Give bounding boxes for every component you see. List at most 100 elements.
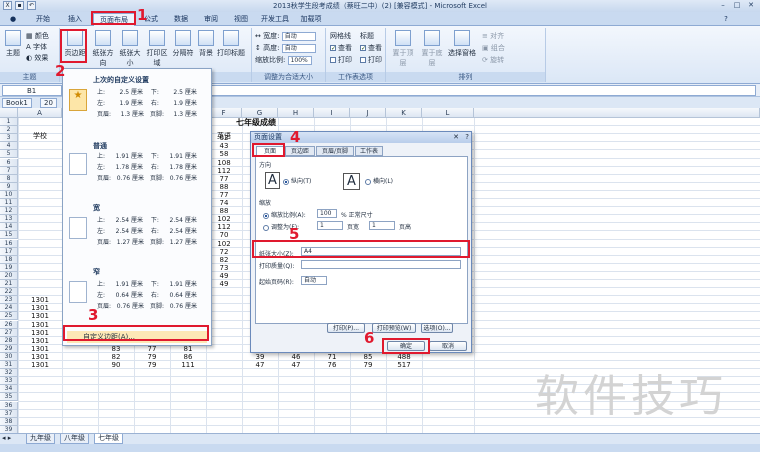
table-cell[interactable]: 46 bbox=[278, 353, 314, 361]
row-header[interactable]: 23 bbox=[0, 296, 18, 305]
fit-width-input[interactable]: 1 bbox=[317, 221, 343, 230]
size-button[interactable]: 纸张大小 bbox=[117, 30, 143, 68]
row-header[interactable]: 6 bbox=[0, 158, 18, 167]
row-header[interactable]: 35 bbox=[0, 393, 18, 402]
table-cell[interactable]: 79 bbox=[134, 353, 170, 361]
row-header[interactable]: 4 bbox=[0, 142, 18, 151]
row-header[interactable]: 29 bbox=[0, 344, 18, 353]
tab-developer[interactable]: 开发工具 bbox=[257, 13, 293, 26]
row-header[interactable]: 12 bbox=[0, 207, 18, 216]
align-button[interactable]: ≡ 对齐 bbox=[482, 31, 504, 41]
table-cell[interactable]: 1301 bbox=[18, 361, 62, 369]
row-header[interactable]: 27 bbox=[0, 328, 18, 337]
tab-addins[interactable]: 加载项 bbox=[295, 13, 327, 26]
width-combo[interactable]: 自动 bbox=[281, 31, 316, 41]
print-preview-button[interactable]: 打印预览(W) bbox=[372, 323, 416, 333]
row-header[interactable]: 13 bbox=[0, 215, 18, 224]
effects-button[interactable]: ◐ 效果 bbox=[26, 53, 48, 63]
tab-data[interactable]: 数据 bbox=[167, 13, 195, 26]
workbook-tab-2013[interactable]: 20 bbox=[40, 98, 57, 108]
margins-normal-option[interactable]: 上: 1.91 厘米 下: 1.91 厘米 左: 1.78 厘米 右: 1.78… bbox=[63, 151, 211, 187]
table-cell[interactable]: 82 bbox=[98, 353, 134, 361]
table-cell[interactable]: 71 bbox=[314, 353, 350, 361]
column-header[interactable]: I bbox=[314, 108, 350, 118]
margins-wide-option[interactable]: 上: 2.54 厘米 下: 2.54 厘米 左: 2.54 厘米 右: 2.54… bbox=[63, 215, 211, 251]
table-cell[interactable]: 1301 bbox=[18, 337, 62, 345]
row-header[interactable]: 11 bbox=[0, 199, 18, 207]
row-header[interactable]: 25 bbox=[0, 312, 18, 321]
table-cell[interactable]: 1301 bbox=[18, 353, 62, 361]
table-cell[interactable]: 90 bbox=[98, 361, 134, 369]
row-header[interactable]: 9 bbox=[0, 182, 18, 191]
row-header[interactable]: 7 bbox=[0, 166, 18, 175]
tab-home[interactable]: 开始 bbox=[28, 13, 58, 26]
tab-review[interactable]: 审阅 bbox=[197, 13, 225, 26]
height-combo[interactable]: 自动 bbox=[281, 43, 316, 53]
send-to-back-button[interactable]: 置于底层 bbox=[419, 30, 445, 68]
table-cell[interactable]: 47 bbox=[242, 361, 278, 369]
print-titles-button[interactable]: 打印标题 bbox=[217, 30, 245, 58]
row-header[interactable]: 10 bbox=[0, 190, 18, 199]
headings-print-checkbox[interactable]: 打印 bbox=[360, 55, 382, 65]
tab-margins[interactable]: 页边距 bbox=[285, 146, 315, 156]
row-header[interactable]: 3 bbox=[0, 134, 18, 143]
column-header[interactable]: L bbox=[422, 108, 474, 118]
dialog-close-icon[interactable]: ✕ bbox=[453, 133, 459, 141]
row-header[interactable]: 22 bbox=[0, 288, 18, 297]
maximize-button[interactable]: □ bbox=[730, 1, 744, 10]
workbook-tab-book1[interactable]: Book1 bbox=[2, 98, 32, 108]
group-button[interactable]: ▣ 组合 bbox=[482, 43, 505, 53]
help-icon[interactable]: ? bbox=[720, 13, 732, 26]
print-area-button[interactable]: 打印区域 bbox=[144, 30, 170, 68]
row-header[interactable]: 30 bbox=[0, 352, 18, 361]
row-header[interactable]: 8 bbox=[0, 174, 18, 183]
table-cell[interactable]: 111 bbox=[170, 361, 206, 369]
table-cell[interactable]: 1301 bbox=[18, 304, 62, 312]
headings-view-checkbox[interactable]: 查看 bbox=[360, 43, 382, 53]
table-cell[interactable]: 79 bbox=[134, 361, 170, 369]
sheet-tab-grade7[interactable]: 七年级 bbox=[94, 434, 123, 444]
breaks-button[interactable]: 分隔符 bbox=[171, 30, 195, 58]
row-header[interactable]: 31 bbox=[0, 361, 18, 369]
sheet-tab-grade8[interactable]: 八年级 bbox=[60, 434, 89, 444]
tab-sheet[interactable]: 工作表 bbox=[355, 146, 383, 156]
row-header[interactable]: 38 bbox=[0, 417, 18, 426]
table-cell[interactable]: 76 bbox=[314, 361, 350, 369]
sheet-nav-icon[interactable]: ◂ ▸ bbox=[2, 434, 11, 442]
scale-spinner[interactable]: 100% bbox=[287, 55, 312, 65]
background-button[interactable]: 背景 bbox=[196, 30, 216, 58]
select-all-corner[interactable] bbox=[0, 108, 18, 118]
row-header[interactable]: 33 bbox=[0, 377, 18, 386]
row-header[interactable]: 39 bbox=[0, 425, 18, 433]
row-header[interactable]: 28 bbox=[0, 336, 18, 345]
tab-header-footer[interactable]: 页眉/页脚 bbox=[316, 146, 354, 156]
row-header[interactable]: 34 bbox=[0, 385, 18, 394]
table-cell[interactable]: 488 bbox=[386, 353, 422, 361]
row-header[interactable]: 20 bbox=[0, 271, 18, 280]
table-cell[interactable]: 86 bbox=[170, 353, 206, 361]
name-box[interactable]: B1 bbox=[2, 85, 62, 96]
table-cell[interactable]: 47 bbox=[278, 361, 314, 369]
row-header[interactable]: 21 bbox=[0, 280, 18, 288]
fit-height-input[interactable]: 1 bbox=[369, 221, 395, 230]
tab-view[interactable]: 视图 bbox=[227, 13, 255, 26]
orientation-button[interactable]: 纸张方向 bbox=[90, 30, 116, 68]
dialog-help-icon[interactable]: ? bbox=[465, 133, 469, 141]
row-header[interactable]: 32 bbox=[0, 369, 18, 378]
row-header[interactable]: 24 bbox=[0, 304, 18, 313]
table-cell[interactable]: 1301 bbox=[18, 312, 62, 320]
fonts-button[interactable]: A 字体 bbox=[26, 42, 47, 52]
row-header[interactable]: 26 bbox=[0, 320, 18, 329]
column-header[interactable]: G bbox=[242, 108, 278, 118]
table-cell[interactable]: 79 bbox=[350, 361, 386, 369]
table-cell[interactable]: 1301 bbox=[18, 329, 62, 337]
table-cell[interactable]: 1301 bbox=[18, 321, 62, 329]
row-header[interactable]: 5 bbox=[0, 150, 18, 159]
gridlines-view-checkbox[interactable]: 查看 bbox=[330, 43, 352, 53]
scale-radio[interactable]: 缩放比例(A): bbox=[263, 210, 306, 219]
gridlines-print-checkbox[interactable]: 打印 bbox=[330, 55, 352, 65]
portrait-radio[interactable]: 纵向(T) bbox=[283, 176, 311, 185]
column-header[interactable]: A bbox=[18, 108, 62, 118]
tab-insert[interactable]: 插入 bbox=[60, 13, 90, 26]
table-cell[interactable]: 517 bbox=[386, 361, 422, 369]
